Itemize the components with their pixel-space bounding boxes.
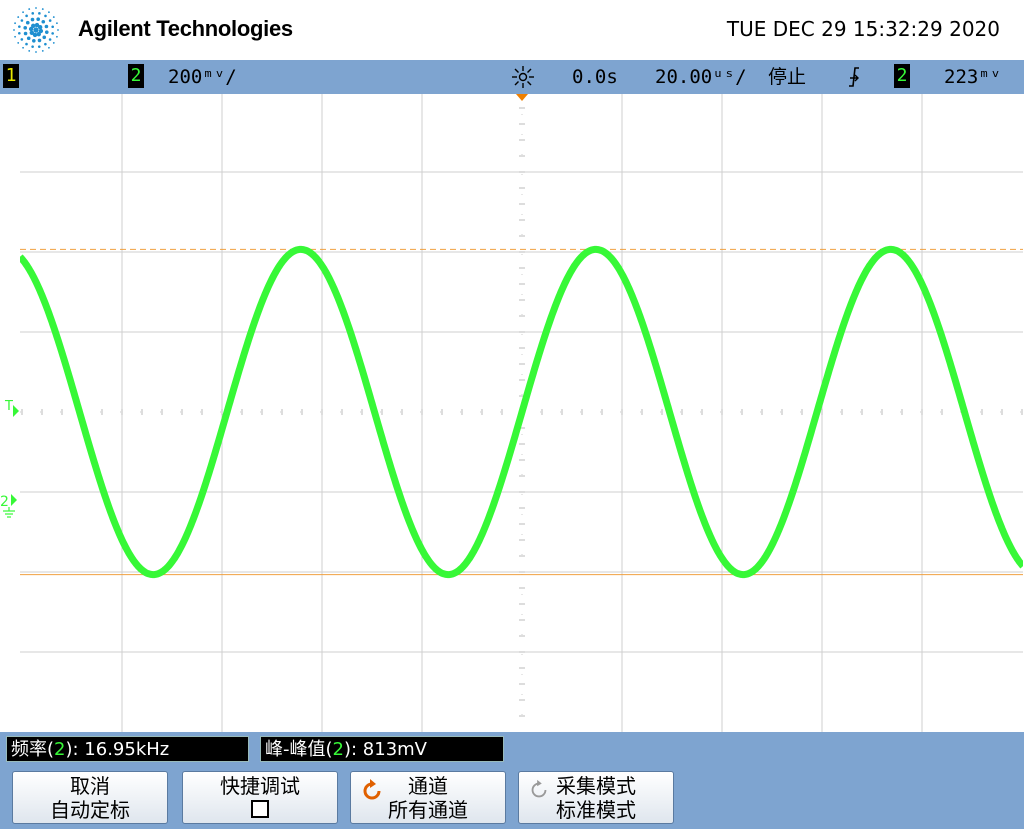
meas-label: 频率( xyxy=(11,739,55,760)
header-bar: Agilent Technologies TUE DEC 29 15:32:29… xyxy=(0,0,1024,60)
checkbox-icon[interactable] xyxy=(251,800,269,818)
quick-debug-button[interactable]: 快捷调试 xyxy=(182,771,338,824)
meas-label: 峰-峰值( xyxy=(265,739,333,760)
run-state[interactable]: 停止 xyxy=(768,65,806,89)
waveform-canvas[interactable] xyxy=(20,94,1023,732)
horizontal-delay[interactable]: 0.0s xyxy=(572,65,618,89)
channel-1-indicator[interactable]: 1 xyxy=(3,64,19,88)
peak-to-peak-measurement[interactable]: 峰-峰值(2): 813mV xyxy=(260,736,504,762)
channel-2-indicator[interactable]: 2 xyxy=(128,64,144,88)
agilent-spark-logo-icon xyxy=(13,7,59,53)
meas-value: ): 16.95kHz xyxy=(65,739,170,760)
acquire-mode-button[interactable]: 采集模式 标准模式 xyxy=(518,771,674,824)
softkey-label: 快捷调试 xyxy=(220,774,300,798)
rotate-knob-icon xyxy=(531,779,547,798)
vertical-scale[interactable]: 200ᵐᵛ/ xyxy=(168,65,237,89)
meas-channel: 2 xyxy=(332,739,344,760)
datetime-display: TUE DEC 29 15:32:29 2020 xyxy=(726,17,1000,41)
cancel-autoscale-button[interactable]: 取消 自动定标 xyxy=(12,771,168,824)
waveform-display[interactable] xyxy=(20,94,1023,732)
trigger-level[interactable]: 223ᵐᵛ xyxy=(944,65,1001,89)
measurement-bar: 频率(2): 16.95kHz 峰-峰值(2): 813mV xyxy=(0,732,1024,768)
softkey-label: 取消 xyxy=(70,774,110,798)
softkey-bar: 取消 自动定标 快捷调试 通道 所有通道 采集模式 标准模式 xyxy=(0,768,1024,829)
sun-icon xyxy=(512,66,534,88)
brand-name: Agilent Technologies xyxy=(78,16,293,41)
left-margin: T 2 xyxy=(0,94,20,732)
frequency-measurement[interactable]: 频率(2): 16.95kHz xyxy=(6,736,249,762)
rotate-knob-icon xyxy=(363,779,381,800)
rising-edge-icon[interactable] xyxy=(846,66,862,88)
ground-marker: 2 xyxy=(0,494,9,510)
softkey-sublabel: 自动定标 xyxy=(50,798,130,822)
trigger-level-marker: T xyxy=(4,399,13,414)
status-bar: 1 2 200ᵐᵛ/ 0.0s 20.00ᵘˢ/ 停止 2 223ᵐᵛ xyxy=(0,60,1024,94)
channels-all-button[interactable]: 通道 所有通道 xyxy=(350,771,506,824)
trigger-channel-indicator[interactable]: 2 xyxy=(894,64,910,88)
meas-channel: 2 xyxy=(54,739,66,760)
meas-value: ): 813mV xyxy=(343,739,427,760)
timebase-scale[interactable]: 20.00ᵘˢ/ xyxy=(655,65,747,89)
